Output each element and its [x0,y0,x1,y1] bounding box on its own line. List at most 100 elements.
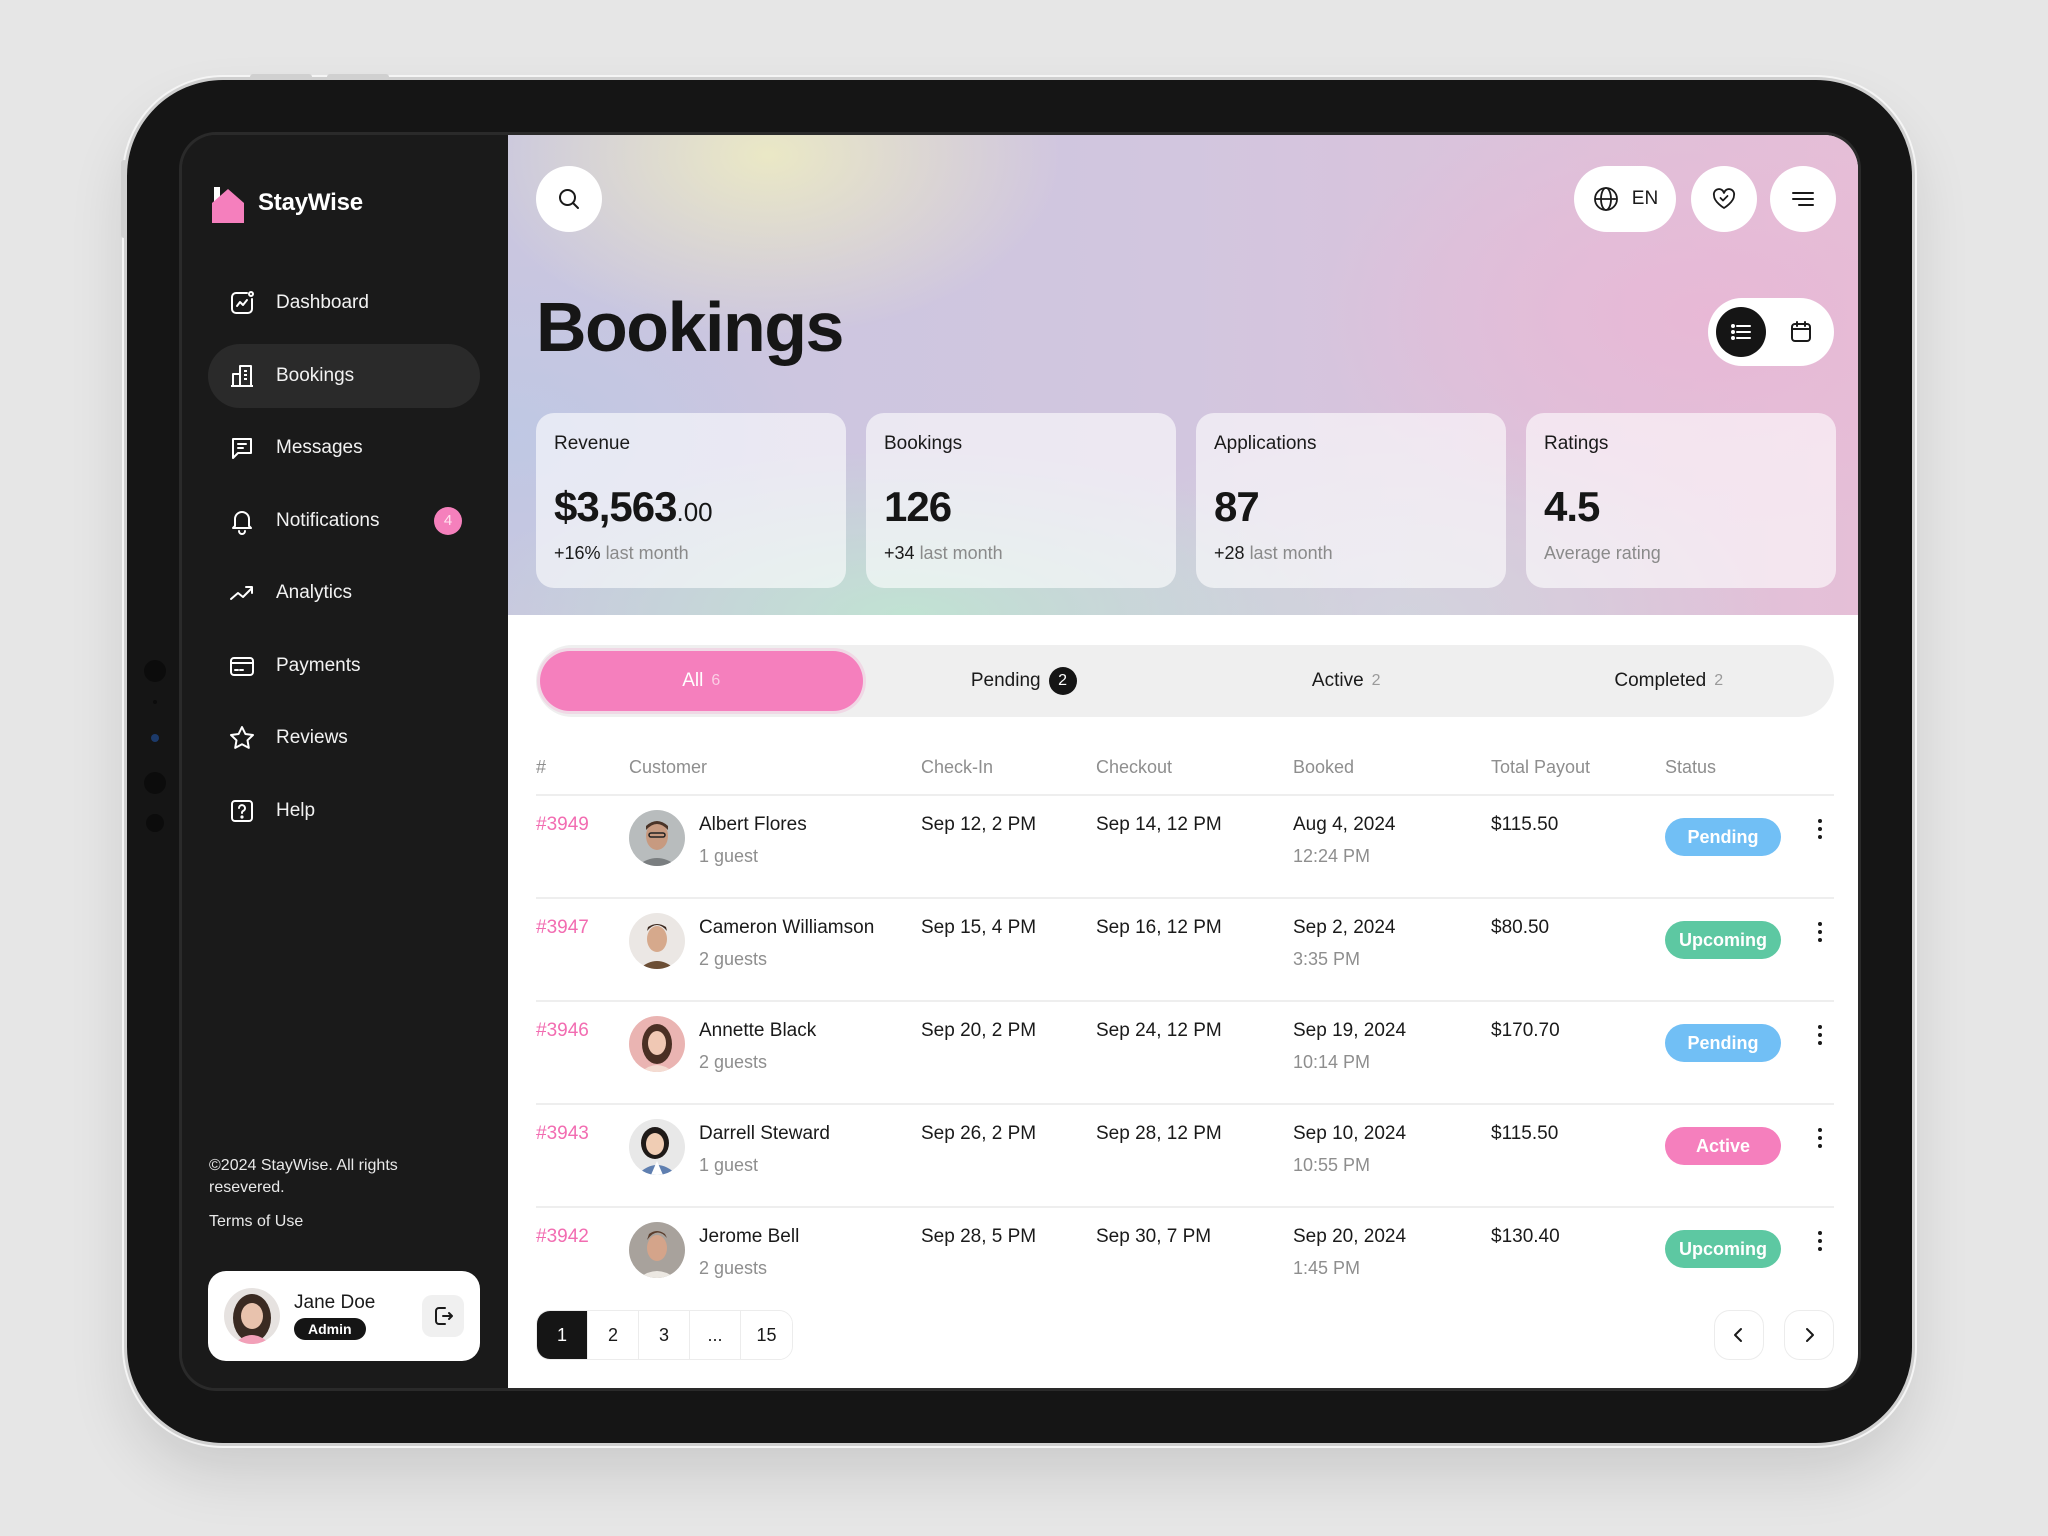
table-row[interactable]: #3947 Cameron Williamson 2 guests Sep 15… [536,899,1834,1002]
table-row[interactable]: #3943 Darrell Steward 1 guest Sep 26, 2 … [536,1105,1834,1208]
tab-pending[interactable]: Pending 2 [863,651,1186,711]
menu-button[interactable] [1770,166,1836,232]
sidebar-item-messages[interactable]: Messages [208,416,480,480]
sidebar-item-reviews[interactable]: Reviews [208,706,480,770]
status-badge: Upcoming [1665,921,1781,959]
column-header[interactable]: Checkout [1096,757,1293,778]
brand[interactable]: StayWise [212,183,363,223]
row-more-options-button[interactable] [1808,1020,1832,1050]
main-content: EN Bookings Revenue $3,563.00 +16% last … [508,135,1858,1388]
checkout: Sep 24, 12 PM [1096,1020,1222,1041]
sidebar-item-dashboard[interactable]: Dashboard [208,271,480,335]
bell-icon [232,510,252,535]
page-button[interactable]: 2 [588,1311,639,1359]
booking-id-link[interactable]: #3942 [536,1226,589,1247]
device-volume-button [250,74,312,80]
booked-date: Sep 20, 2024 [1293,1226,1407,1247]
table-row[interactable]: #3942 Jerome Bell 2 guests Sep 28, 5 PM … [536,1208,1834,1311]
customer-avatar [629,1119,685,1175]
booking-id-link[interactable]: #3946 [536,1020,589,1041]
user-avatar[interactable] [224,1288,280,1344]
sidebar-item-label: Reviews [276,727,348,748]
column-header[interactable]: Customer [629,757,921,778]
sidebar-item-notifications[interactable]: Notifications 4 [208,489,480,553]
sidebar-item-help[interactable]: Help [208,779,480,843]
stat-card-ratings: Ratings 4.5 Average rating [1526,413,1836,588]
table-row[interactable]: #3946 Annette Black 2 guests Sep 20, 2 P… [536,1002,1834,1105]
sidebar-item-label: Dashboard [276,292,369,313]
table-row[interactable]: #3949 Albert Flores 1 guest Sep 12, 2 PM… [536,796,1834,899]
more-dot-icon [1817,1239,1822,1243]
pagination: 1 2 3 ... 15 [536,1310,793,1360]
logout-icon [435,1307,453,1325]
guest-count: 2 guests [699,1052,768,1072]
row-more-options-button[interactable] [1808,1226,1832,1256]
row-more-options-button[interactable] [1808,1123,1832,1153]
booking-id-link[interactable]: #3943 [536,1123,589,1144]
more-dot-icon [1817,1136,1822,1140]
menu-icon [1792,192,1814,206]
favorites-button[interactable] [1691,166,1757,232]
page-button[interactable]: 1 [537,1311,588,1359]
more-dot-icon [1817,1128,1822,1132]
booking-id-link[interactable]: #3949 [536,814,589,835]
more-dot-icon [1817,1033,1822,1037]
chevron-left-icon [1734,1328,1742,1342]
house-logo-icon [212,187,244,223]
calendar-view-button[interactable] [1776,307,1826,357]
stat-sub: +16% last month [554,543,689,563]
tab-count: 6 [711,672,721,689]
booking-id-link[interactable]: #3947 [536,917,589,938]
guest-count: 1 guest [699,1155,759,1175]
column-header[interactable]: Booked [1293,757,1491,778]
previous-page-button[interactable] [1714,1310,1764,1360]
customer-avatar [629,1222,685,1278]
guest-count: 2 guests [699,949,768,969]
column-header[interactable]: Status [1665,757,1805,778]
next-page-button[interactable] [1784,1310,1834,1360]
globe-icon [1593,187,1618,211]
sidebar-item-label: Notifications [276,509,380,531]
sidebar-item-label: Help [276,799,316,821]
sidebar-item-payments[interactable]: Payments [208,634,480,698]
more-dot-icon [1817,835,1822,839]
search-button[interactable] [536,166,602,232]
status-tabs: All 6 Pending 2 Active 2 Completed 2 [536,645,1834,717]
booked-time: 10:55 PM [1293,1155,1371,1175]
more-dot-icon [1817,827,1822,831]
stat-label: Revenue [554,433,631,454]
column-header[interactable]: # [536,757,629,778]
booked-date: Sep 19, 2024 [1293,1020,1407,1041]
language-label: EN [1631,188,1659,209]
list-view-button[interactable] [1716,307,1766,357]
booked-date: Sep 2, 2024 [1293,917,1396,938]
notification-count-badge: 4 [434,506,462,535]
row-more-options-button[interactable] [1808,917,1832,947]
row-more-options-button[interactable] [1808,814,1832,844]
check-in: Sep 20, 2 PM [921,1020,1037,1041]
column-header[interactable]: Total Payout [1491,757,1665,778]
user-name: Jane Doe [294,1292,376,1313]
user-meta: Jane Doe Admin [294,1292,422,1340]
more-dot-icon [1817,1041,1822,1045]
user-role-badge: Admin [294,1318,366,1340]
page-ellipsis: ... [690,1311,741,1359]
terms-of-use-link[interactable]: Terms of Use [209,1213,303,1231]
device-volume-button [327,74,389,80]
total-payout: $170.70 [1491,1020,1560,1041]
tab-active[interactable]: Active 2 [1185,651,1508,711]
page-button[interactable]: 15 [741,1311,792,1359]
trend-up-icon [230,586,253,600]
tab-all[interactable]: All 6 [540,651,863,711]
sidebar-item-analytics[interactable]: Analytics [208,561,480,625]
page-button[interactable]: 3 [639,1311,690,1359]
tab-completed[interactable]: Completed 2 [1508,651,1831,711]
language-selector[interactable]: EN [1574,166,1676,232]
building-icon [231,364,253,387]
column-header[interactable]: Check-In [921,757,1096,778]
sidebar-item-label: Messages [276,437,363,458]
stat-label: Ratings [1544,433,1609,454]
sidebar-item-bookings[interactable]: Bookings [208,343,480,408]
sidebar-item-label: Analytics [276,582,353,603]
logout-button[interactable] [422,1295,464,1337]
